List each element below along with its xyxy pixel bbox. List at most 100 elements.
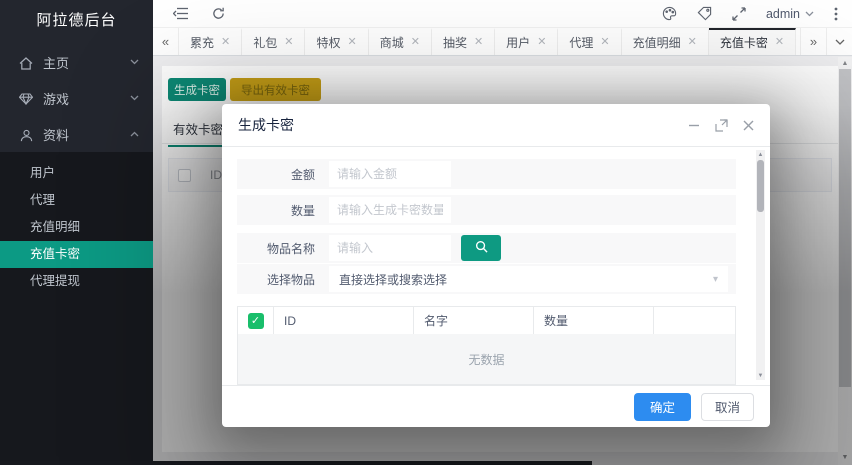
sidebar: 阿拉德后台 主页 游戏 资料 用户 代理 充值明细 充值卡密 代理提现: [0, 0, 153, 465]
sidebar-item-资料[interactable]: 资料: [0, 116, 153, 152]
tag-icon[interactable]: [697, 6, 712, 21]
modal-title: 生成卡密: [238, 115, 294, 135]
tab-代理[interactable]: 代理 ✕: [558, 28, 621, 55]
modal-header[interactable]: 生成卡密: [222, 104, 770, 147]
tab-close-icon[interactable]: ✕: [688, 37, 697, 48]
sidebar-menu: 主页 游戏 资料: [0, 42, 153, 152]
generate-card-key-modal: 生成卡密 金额 数量 物品名称 选择物品 直接选择或搜索选择▾: [222, 104, 770, 427]
tab-特权[interactable]: 特权 ✕: [305, 28, 368, 55]
tab-抽奖[interactable]: 抽奖 ✕: [432, 28, 495, 55]
confirm-button[interactable]: 确定: [634, 393, 691, 421]
tab-close-icon[interactable]: ✕: [221, 37, 230, 48]
item-column-ID: ID: [274, 307, 414, 334]
select-caret-icon: ▾: [713, 274, 718, 285]
sidebar-subitem-代理提现[interactable]: 代理提现: [0, 268, 153, 295]
item-table: ✓ ID名字数量 无数据: [237, 306, 736, 385]
gem-icon: [18, 91, 34, 106]
select-all-checkbox[interactable]: [178, 169, 191, 182]
tab-close-icon[interactable]: ✕: [537, 37, 546, 48]
modal-scrollbar-thumb[interactable]: [757, 160, 764, 212]
maximize-icon[interactable]: [715, 119, 728, 132]
tab-close-icon[interactable]: ✕: [411, 37, 420, 48]
select-value: 直接选择或搜索选择: [339, 271, 447, 288]
tab-累充[interactable]: 累充 ✕: [179, 28, 242, 55]
tab-label: 特权: [316, 34, 340, 51]
tab-label: 充值卡密: [720, 34, 768, 51]
field-label: 选择物品: [237, 271, 315, 288]
collapse-sidebar-icon[interactable]: [173, 7, 188, 20]
tabs-dropdown-icon[interactable]: [826, 28, 852, 55]
sidebar-subitem-代理[interactable]: 代理: [0, 187, 153, 214]
app-window: 阿拉德后台 主页 游戏 资料 用户 代理 充值明细 充值卡密 代理提现: [0, 0, 852, 465]
sidebar-subitem-充值明细[interactable]: 充值明细: [0, 214, 153, 241]
menu-item-label: 资料: [43, 125, 130, 144]
export-valid-card-keys-button[interactable]: 导出有效卡密: [230, 78, 321, 101]
tab-close-icon[interactable]: ✕: [284, 37, 293, 48]
cancel-button[interactable]: 取消: [701, 393, 754, 421]
sidebar-subitem-充值卡密[interactable]: 充值卡密: [0, 241, 153, 268]
tab-用户[interactable]: 用户 ✕: [495, 28, 558, 55]
menu-item-label: 游戏: [43, 89, 130, 108]
tabs-scroll-right-icon[interactable]: »: [800, 28, 826, 55]
page-scrollbar[interactable]: ▲ ▼: [838, 57, 852, 465]
tab-close-icon[interactable]: ✕: [775, 37, 784, 48]
tab-close-icon[interactable]: ✕: [600, 37, 609, 48]
select-all-items-checkbox[interactable]: ✓: [248, 313, 264, 329]
tab-label: 商城: [380, 34, 404, 51]
user-menu[interactable]: admin: [766, 7, 814, 21]
chevron-down-icon: [805, 11, 814, 17]
item-select-dropdown[interactable]: 直接选择或搜索选择 ▾: [329, 266, 728, 292]
input-物品名称[interactable]: [329, 235, 451, 261]
tab-商城[interactable]: 商城 ✕: [369, 28, 432, 55]
modal-scrollbar[interactable]: ▲ ▼: [756, 150, 765, 380]
fullscreen-icon[interactable]: [732, 7, 746, 21]
tab-充值卡密[interactable]: 充值卡密 ✕: [709, 28, 796, 55]
menu-item-label: 主页: [43, 53, 130, 72]
home-icon: [18, 54, 34, 69]
field-label: 数量: [237, 202, 315, 219]
tab-label: 抽奖: [443, 34, 467, 51]
app-title: 阿拉德后台: [0, 0, 153, 42]
chevron-up-icon: [130, 131, 139, 137]
kebab-menu-icon[interactable]: [834, 7, 838, 21]
field-label: 金额: [237, 166, 315, 183]
modal-form: 金额 数量 物品名称 选择物品 直接选择或搜索选择▾: [237, 159, 736, 294]
open-tabs: 累充 ✕ 礼包 ✕ 特权 ✕ 商城 ✕ 抽奖 ✕ 用户 ✕ 代理 ✕ 充值明细 …: [179, 28, 800, 55]
tab-礼包[interactable]: 礼包 ✕: [242, 28, 305, 55]
column-header-id: ID: [210, 168, 222, 182]
form-row-数量: 数量: [237, 195, 736, 225]
scroll-down-icon[interactable]: ▼: [838, 451, 852, 463]
tab-label: 用户: [506, 34, 530, 51]
tabs-scroll-left-icon[interactable]: «: [153, 28, 179, 55]
item-table-header: ✓ ID名字数量: [238, 307, 735, 334]
modal-scroll-up-icon[interactable]: ▲: [756, 150, 765, 159]
topbar: admin: [153, 0, 852, 28]
input-金额[interactable]: [329, 161, 451, 187]
tab-close-icon[interactable]: ✕: [347, 37, 356, 48]
tab-label: 礼包: [253, 34, 277, 51]
item-column-empty: [654, 307, 735, 334]
tab-bar: « 累充 ✕ 礼包 ✕ 特权 ✕ 商城 ✕ 抽奖 ✕ 用户 ✕ 代理 ✕ 充值明…: [153, 28, 852, 56]
tab-label: 充值明细: [633, 34, 681, 51]
tab-充值明细[interactable]: 充值明细 ✕: [622, 28, 709, 55]
scroll-up-icon[interactable]: ▲: [838, 57, 852, 69]
search-item-button[interactable]: [461, 235, 501, 261]
sidebar-item-主页[interactable]: 主页: [0, 44, 153, 80]
sidebar-item-游戏[interactable]: 游戏: [0, 80, 153, 116]
input-数量[interactable]: [329, 197, 451, 223]
form-row-选择物品: 选择物品 直接选择或搜索选择 ▾: [237, 264, 736, 294]
minimize-icon[interactable]: [688, 119, 700, 131]
form-row-金额: 金额: [237, 159, 736, 189]
search-icon: [475, 240, 488, 256]
item-column-数量: 数量: [534, 307, 654, 334]
close-icon[interactable]: [743, 120, 754, 131]
scrollbar-thumb[interactable]: [839, 69, 851, 387]
refresh-icon[interactable]: [212, 7, 225, 20]
tab-close-icon[interactable]: ✕: [474, 37, 483, 48]
sidebar-subitem-用户[interactable]: 用户: [0, 160, 153, 187]
window-bottom-edge: [0, 461, 592, 465]
generate-card-key-button[interactable]: 生成卡密: [168, 78, 226, 101]
modal-body: 金额 数量 物品名称 选择物品 直接选择或搜索选择▾ ✓ ID名字数量 无数据 …: [222, 147, 770, 385]
theme-palette-icon[interactable]: [662, 6, 677, 21]
modal-scroll-down-icon[interactable]: ▼: [756, 371, 765, 380]
